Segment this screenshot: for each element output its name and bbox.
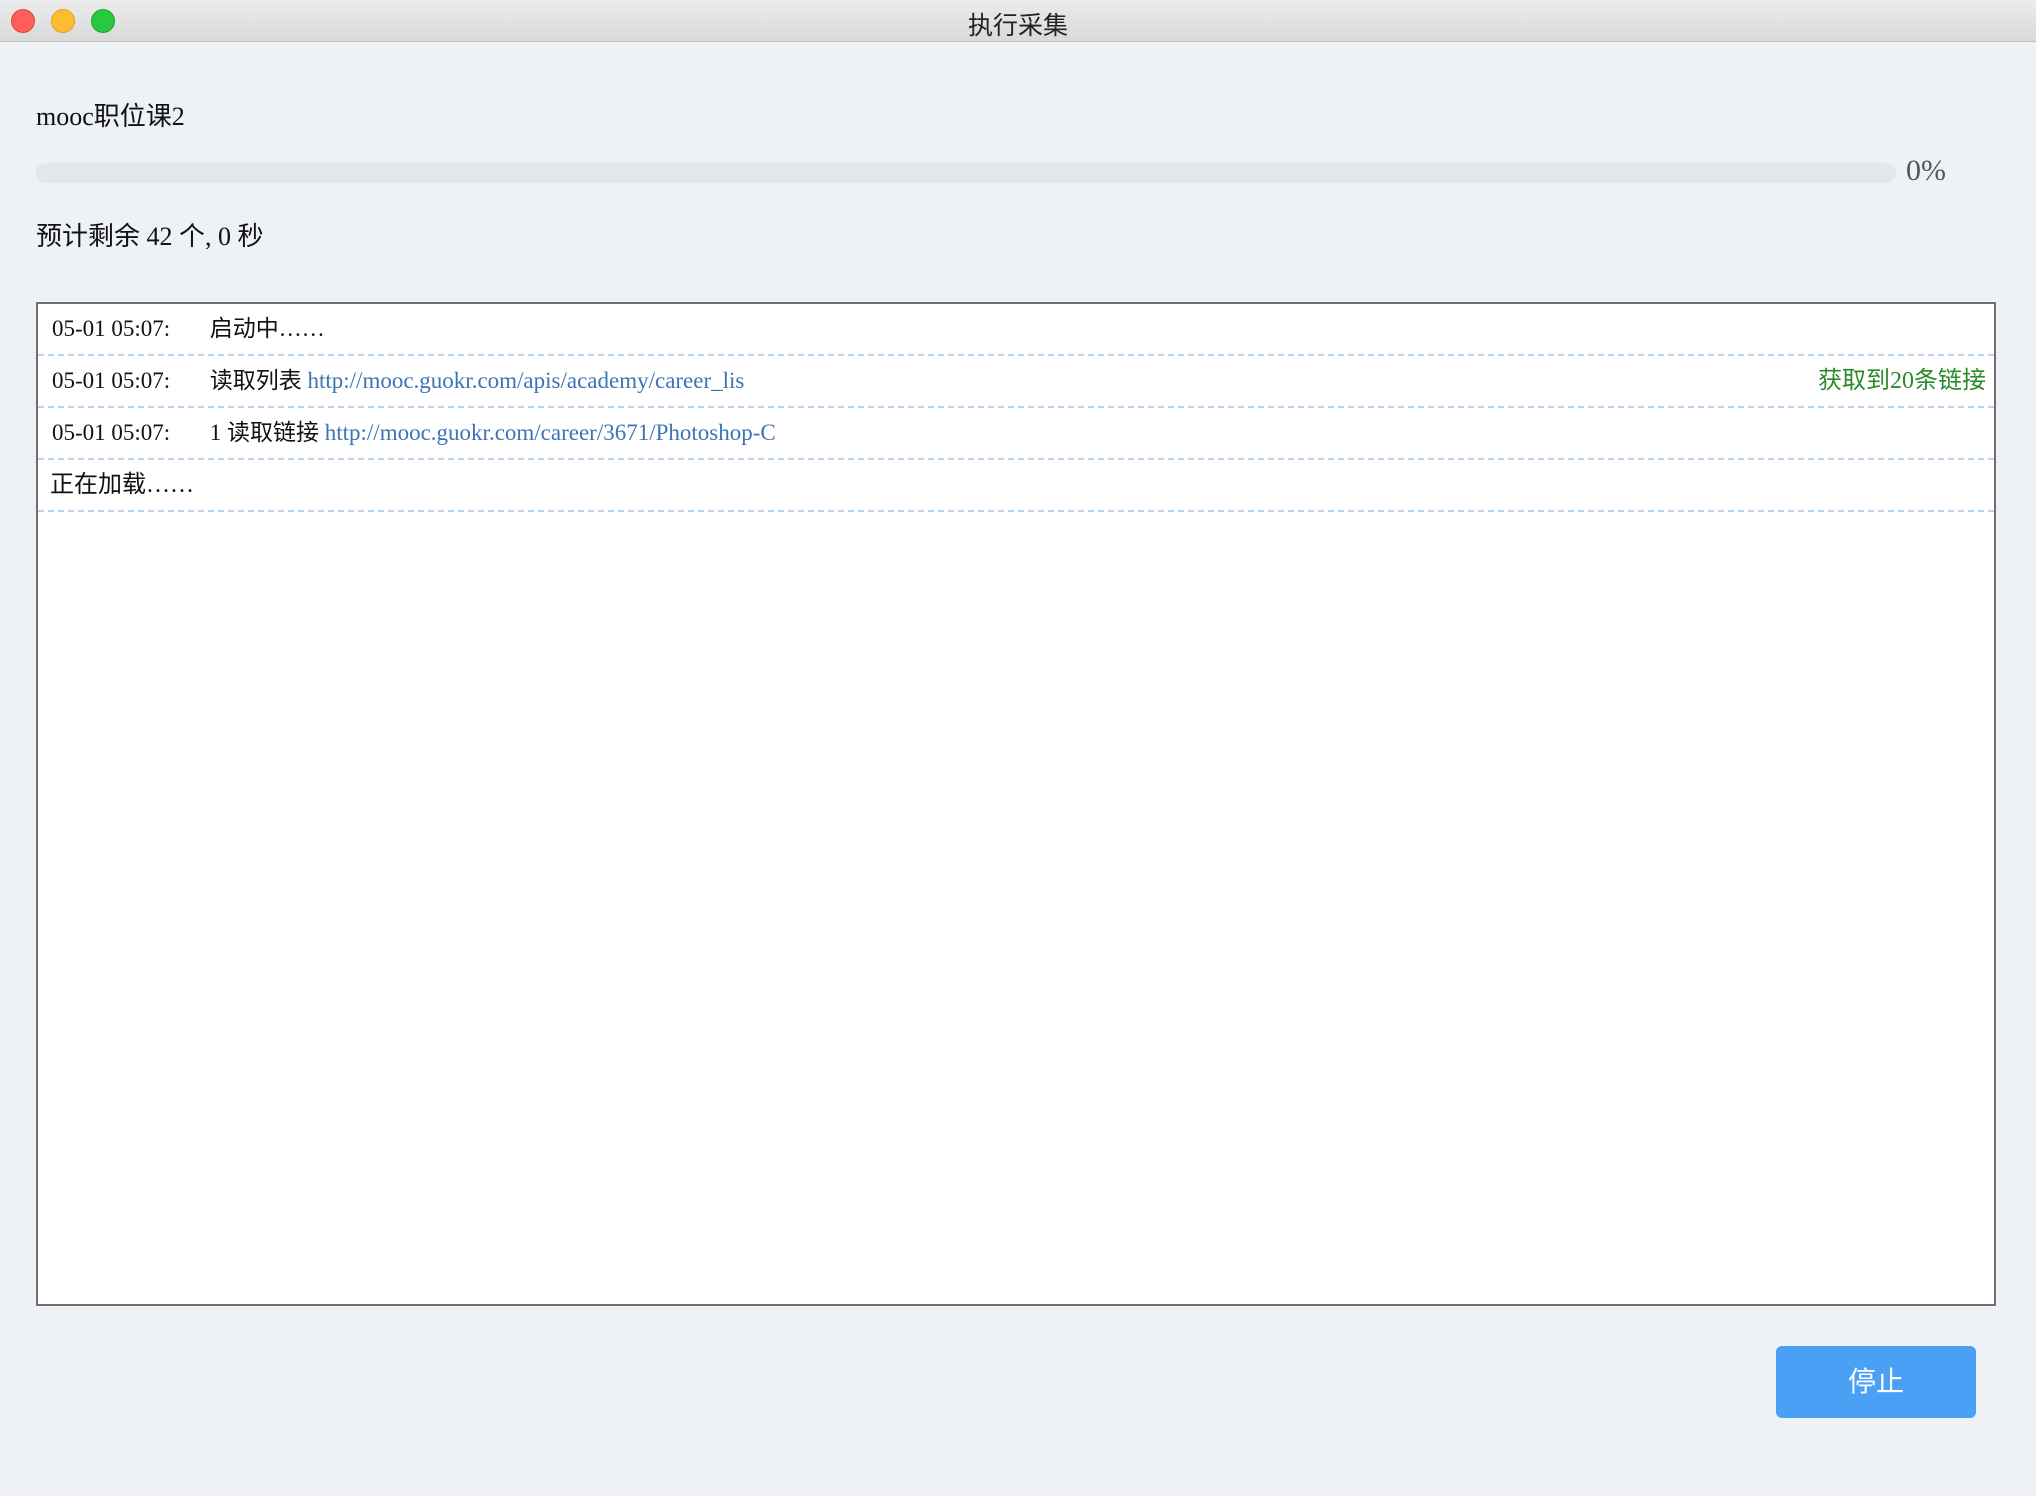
remaining-estimate: 预计剩余 42 个, 0 秒 [36, 222, 264, 251]
log-url-link[interactable]: http://mooc.guokr.com/apis/academy/caree… [308, 368, 745, 393]
log-panel[interactable]: 05-01 05:07: 启动中…… 05-01 05:07: 读取列表 htt… [36, 302, 1996, 1306]
log-url-link[interactable]: http://mooc.guokr.com/career/3671/Photos… [325, 420, 776, 445]
log-result-status: 获取到20条链接 [1818, 368, 1986, 394]
execute-collection-window: 执行采集 mooc职位课2 0% 预计剩余 42 个, 0 秒 05-01 05… [0, 0, 2036, 1496]
log-message: 1 读取链接 [209, 420, 319, 445]
window-title: 执行采集 [967, 11, 1068, 40]
log-message: 读取列表 [209, 368, 302, 393]
progress-bar [36, 163, 1896, 183]
log-message: 启动中…… [209, 316, 325, 341]
title-bar: 执行采集 [0, 0, 2036, 42]
log-timestamp: 05-01 05:07: [52, 420, 171, 445]
progress-percent-label: 0% [1906, 154, 1946, 187]
loading-text: 正在加载…… [50, 472, 194, 498]
log-row: 05-01 05:07: 1 读取链接 http://mooc.guokr.co… [38, 408, 1994, 460]
log-row: 05-01 05:07: 启动中…… [38, 304, 1994, 356]
log-row: 05-01 05:07: 读取列表 http://mooc.guokr.com/… [38, 356, 1994, 408]
stop-button[interactable]: 停止 [1776, 1346, 1976, 1418]
log-timestamp: 05-01 05:07: [52, 316, 171, 341]
log-timestamp: 05-01 05:07: [52, 368, 171, 393]
log-loading-row: 正在加载…… [38, 460, 1994, 512]
task-name: mooc职位课2 [36, 102, 185, 131]
